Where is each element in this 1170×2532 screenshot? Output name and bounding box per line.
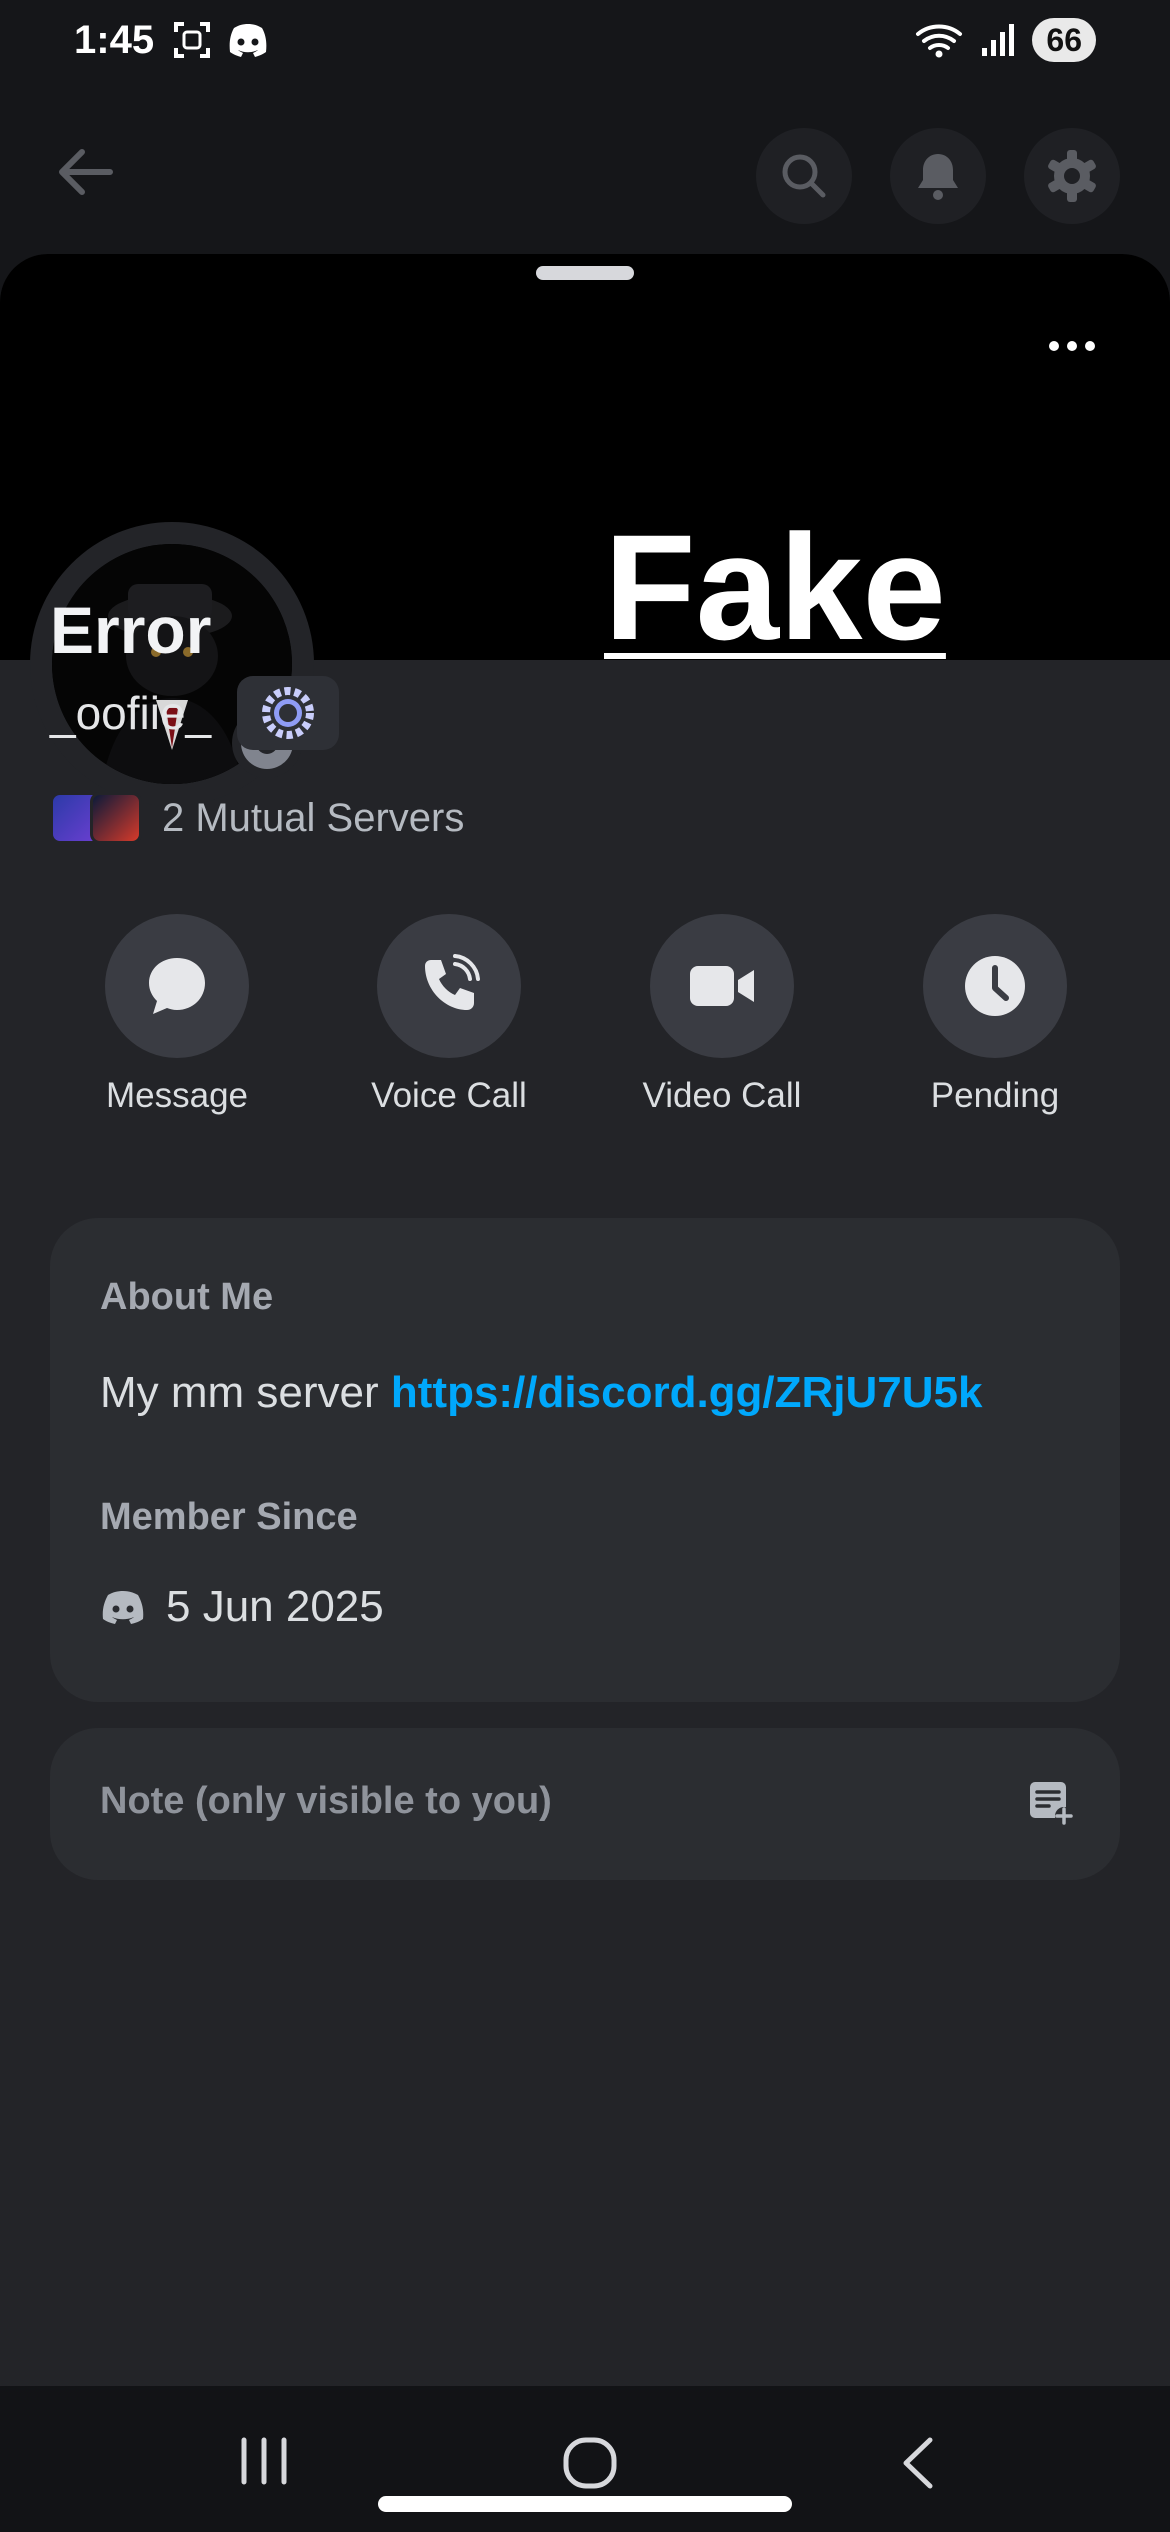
status-bar: 1:45 66	[0, 0, 1170, 90]
status-left-icons	[172, 20, 270, 60]
action-label: Pending	[930, 1076, 1060, 1115]
about-me-text: My mm server https://discord.gg/ZRjU7U5k	[100, 1368, 982, 1418]
more-dot-icon	[1067, 341, 1077, 351]
invite-link[interactable]: https://discord.gg/ZRjU7U5k	[391, 1368, 983, 1417]
video-call-button[interactable]: Video Call	[602, 914, 842, 1116]
more-dot-icon	[1049, 341, 1059, 351]
back-arrow-icon[interactable]	[52, 138, 120, 206]
more-dot-icon	[1085, 341, 1095, 351]
member-since-row: 5 Jun 2025	[100, 1582, 384, 1632]
fake-overlay-text: Fake	[604, 503, 946, 671]
action-circle	[650, 914, 794, 1058]
gesture-home-pill[interactable]	[378, 2496, 792, 2512]
profile-actions: Message Voice Call Video Call Pending	[0, 914, 1170, 1115]
username-row: _oofiie_	[50, 676, 340, 750]
mutual-servers-row[interactable]: 2 Mutual Servers	[50, 792, 464, 844]
discord-icon	[102, 1591, 144, 1624]
pending-button[interactable]: Pending	[875, 914, 1115, 1116]
notifications-button[interactable]	[890, 128, 986, 224]
note-card[interactable]: Note (only visible to you)	[50, 1728, 1120, 1880]
clock-icon	[965, 956, 1025, 1016]
laurel-badge-icon	[262, 687, 315, 739]
member-since-date: 5 Jun 2025	[166, 1582, 384, 1631]
action-label: Video Call	[642, 1076, 802, 1115]
bell-icon	[918, 154, 958, 200]
voice-call-button[interactable]: Voice Call	[329, 914, 569, 1116]
action-circle	[377, 914, 521, 1058]
search-icon	[782, 154, 826, 198]
screenshot-icon	[174, 22, 210, 58]
search-button[interactable]	[756, 128, 852, 224]
action-circle	[105, 914, 249, 1058]
wifi-icon	[916, 24, 963, 58]
action-label: Message	[105, 1076, 249, 1115]
gear-icon	[1048, 150, 1096, 202]
display-name: Error	[50, 593, 212, 667]
recent-apps-icon[interactable]	[238, 2436, 290, 2486]
more-options-button[interactable]	[1040, 334, 1104, 358]
status-right: 66	[914, 18, 1096, 62]
system-nav-bar	[0, 2386, 1170, 2532]
about-me-heading: About Me	[100, 1276, 274, 1318]
mutual-servers-label: 2 Mutual Servers	[162, 795, 465, 840]
about-me-prefix: My mm server	[100, 1368, 391, 1417]
add-note-icon[interactable]	[1026, 1778, 1074, 1826]
home-icon[interactable]	[562, 2436, 618, 2490]
signal-icon	[982, 24, 1015, 56]
mutual-server-icons	[50, 792, 142, 844]
top-nav	[0, 120, 1170, 224]
server-icon	[90, 792, 142, 844]
note-placeholder[interactable]: Note (only visible to you)	[100, 1780, 552, 1823]
chat-bubble-icon	[149, 958, 205, 1014]
battery-badge: 66	[1032, 18, 1096, 62]
profile-badge[interactable]	[237, 676, 340, 750]
status-time: 1:45	[74, 18, 155, 62]
action-circle	[923, 914, 1067, 1058]
about-card: About Me My mm server https://discord.gg…	[50, 1218, 1120, 1702]
back-icon[interactable]	[898, 2436, 938, 2490]
action-label: Voice Call	[371, 1076, 527, 1115]
username: _oofiie_	[50, 687, 212, 739]
settings-button[interactable]	[1024, 128, 1120, 224]
video-camera-icon	[690, 966, 754, 1006]
phone-call-icon	[425, 954, 480, 1010]
discord-icon	[229, 24, 267, 57]
sheet-grab-handle[interactable]	[536, 266, 634, 280]
member-since-heading: Member Since	[100, 1496, 358, 1538]
message-button[interactable]: Message	[57, 914, 297, 1116]
